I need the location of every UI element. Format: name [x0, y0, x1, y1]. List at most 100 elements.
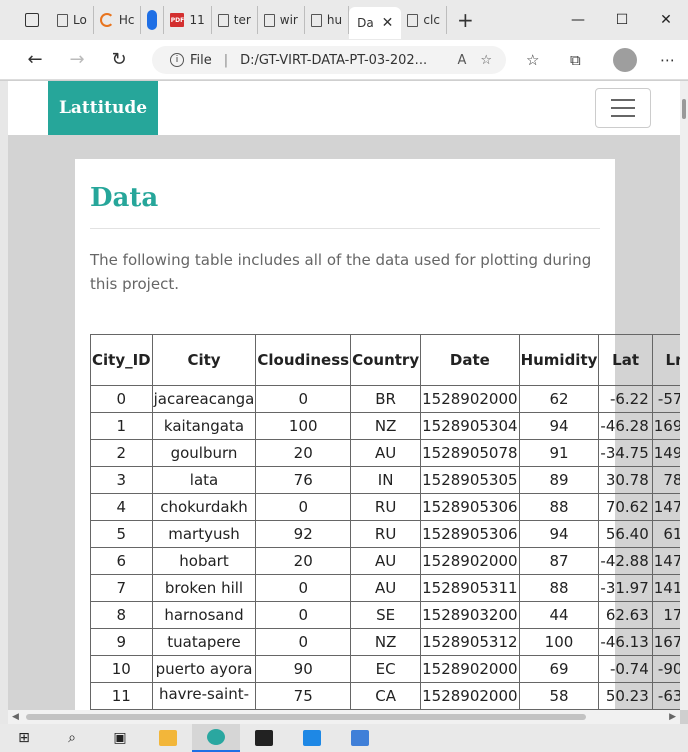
- browser-tab[interactable]: Lo: [51, 6, 94, 34]
- app-tab-icon: [147, 10, 158, 30]
- browser-tab[interactable]: clc: [401, 6, 447, 34]
- table-cell: 0: [255, 493, 352, 521]
- windows-start-icon[interactable]: ⊞: [0, 724, 48, 752]
- table-row: 11havre-saint-75CA15289020005850.23-63.6…: [90, 682, 680, 710]
- task-view-icon[interactable]: ▣: [96, 724, 144, 752]
- scrollbar-thumb[interactable]: [682, 99, 686, 119]
- address-bar[interactable]: i File | D:/GT-VIRT-DATA-PT-03-202... A …: [152, 46, 506, 74]
- table-cell: 89: [518, 466, 600, 494]
- table-cell: SE: [350, 601, 422, 629]
- browser-tab[interactable]: [141, 6, 165, 34]
- close-tab-icon[interactable]: ✕: [382, 15, 394, 31]
- collections-icon[interactable]: ⧉: [570, 40, 581, 80]
- close-window-icon[interactable]: ✕: [644, 12, 688, 28]
- table-cell: 0: [255, 628, 352, 656]
- active-tab[interactable]: Da ✕: [349, 7, 402, 39]
- table-cell: CA: [350, 682, 422, 710]
- file-icon: [57, 13, 68, 27]
- loader-icon: [99, 13, 114, 27]
- scroll-right-icon[interactable]: ▶: [669, 710, 676, 724]
- scrollbar-thumb[interactable]: [26, 714, 586, 720]
- back-button[interactable]: ←: [14, 49, 56, 70]
- table-cell: lata: [151, 466, 257, 494]
- table-cell: RU: [350, 520, 422, 548]
- minimize-icon[interactable]: —: [556, 12, 600, 28]
- table-cell: 3: [90, 466, 153, 494]
- table-cell: harnosand: [151, 601, 257, 629]
- column-header: City: [151, 334, 257, 386]
- scroll-left-icon[interactable]: ◀: [12, 710, 19, 724]
- maximize-icon[interactable]: ☐: [600, 12, 644, 28]
- menu-toggle-button[interactable]: [595, 88, 651, 128]
- more-menu-icon[interactable]: ⋯: [660, 40, 675, 80]
- address-url[interactable]: D:/GT-VIRT-DATA-PT-03-202...: [240, 53, 427, 68]
- table-cell: -90.35: [651, 655, 680, 683]
- vertical-scrollbar[interactable]: [680, 81, 688, 710]
- table-cell: AU: [350, 547, 422, 575]
- forward-button[interactable]: →: [56, 49, 98, 70]
- column-header: Cloudiness: [255, 334, 352, 386]
- add-favorite-icon[interactable]: ☆: [480, 53, 492, 68]
- table-row: 5martyush92RU15289053069456.4061.89: [90, 520, 680, 548]
- new-tab-button[interactable]: +: [457, 8, 474, 32]
- data-table: City_ID City Cloudiness Country Date Humidity…: [90, 334, 680, 710]
- edge-icon: [207, 729, 225, 745]
- tab-label: clc: [423, 13, 440, 27]
- table-cell: NZ: [350, 412, 422, 440]
- table-cell: AU: [350, 439, 422, 467]
- table-cell: 94: [518, 412, 600, 440]
- table-cell: -57.76: [651, 385, 680, 413]
- web-page: Lattitude Data The following table inclu…: [8, 81, 680, 710]
- table-cell: -42.88: [598, 547, 653, 575]
- table-cell: 167.69: [651, 628, 680, 656]
- file-icon: [217, 13, 229, 27]
- table-cell: 0: [90, 385, 153, 413]
- table-cell: 58: [518, 682, 600, 710]
- table-cell: 100: [255, 412, 352, 440]
- column-header: Humidity: [518, 334, 600, 386]
- refresh-button[interactable]: ↻: [98, 49, 140, 70]
- table-cell: 1528902000: [420, 547, 520, 575]
- table-cell: 141.45: [651, 574, 680, 602]
- file-icon: [263, 13, 275, 27]
- vscode-icon[interactable]: [288, 724, 336, 752]
- table-cell: 147.90: [651, 493, 680, 521]
- table-cell: 70.62: [598, 493, 653, 521]
- table-cell: 169.85: [651, 412, 680, 440]
- terminal-app-icon: [255, 730, 273, 746]
- photos-icon[interactable]: [336, 724, 384, 752]
- table-cell: 0: [255, 385, 352, 413]
- browser-tab[interactable]: PDF 11: [164, 6, 212, 34]
- file-explorer-icon[interactable]: [144, 724, 192, 752]
- info-icon[interactable]: i: [170, 53, 184, 67]
- hamburger-icon-line: [611, 99, 635, 101]
- address-divider: |: [223, 52, 229, 68]
- table-cell: 62.63: [598, 601, 653, 629]
- code-app-icon: [303, 730, 321, 746]
- horizontal-scrollbar[interactable]: ◀ ▶: [8, 710, 680, 724]
- edge-browser-icon[interactable]: [192, 724, 240, 752]
- tab-actions-icon[interactable]: [25, 13, 39, 27]
- brand-logo[interactable]: Lattitude: [48, 81, 158, 135]
- read-aloud-icon[interactable]: A: [457, 53, 466, 68]
- browser-tab[interactable]: Hc: [94, 6, 142, 34]
- browser-tab[interactable]: wir: [258, 6, 305, 34]
- avatar[interactable]: [613, 48, 637, 72]
- table-cell: EC: [350, 655, 422, 683]
- table-cell: NZ: [350, 628, 422, 656]
- table-cell: 78.62: [651, 466, 680, 494]
- table-cell: 1528905311: [420, 574, 520, 602]
- terminal-icon[interactable]: [240, 724, 288, 752]
- search-icon[interactable]: ⌕: [48, 724, 96, 752]
- file-icon: [310, 13, 322, 27]
- favorites-icon[interactable]: ☆: [526, 40, 539, 80]
- window-controls: — ☐ ✕: [556, 0, 688, 40]
- tab-label: Da: [357, 16, 374, 30]
- table-cell: 1528905305: [420, 466, 520, 494]
- profile-icon[interactable]: [613, 40, 637, 80]
- browser-tab[interactable]: ter: [212, 6, 258, 34]
- browser-tab[interactable]: hu: [305, 6, 350, 34]
- table-cell: 8: [90, 601, 153, 629]
- table-row: 10puerto ayora90EC152890200069-0.74-90.3…: [90, 655, 680, 683]
- table-row: 2goulburn20AU152890507891-34.75149.72: [90, 439, 680, 467]
